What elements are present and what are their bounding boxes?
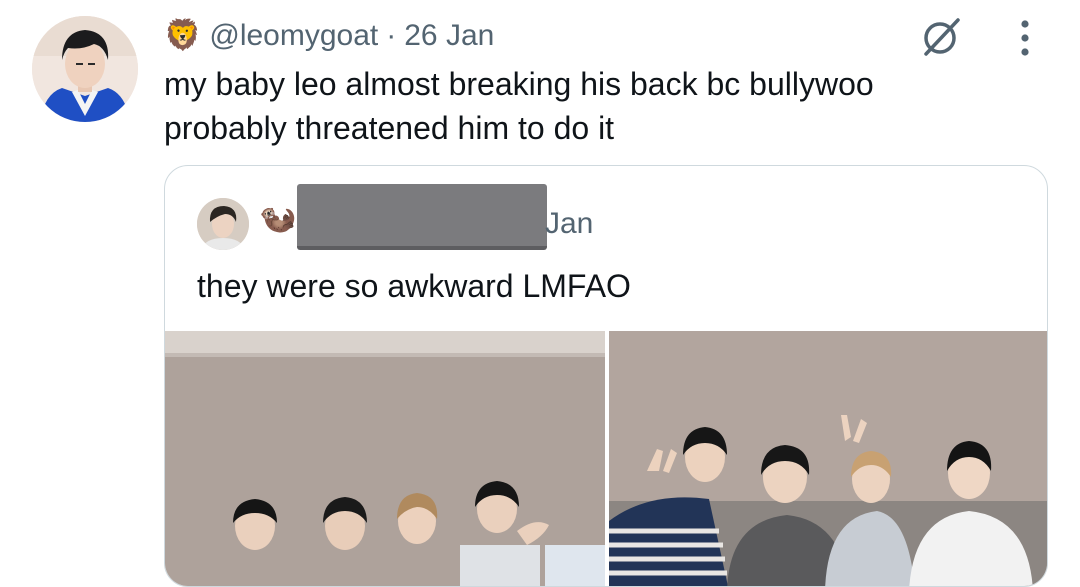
quoted-tweet-text: they were so awkward LMFAO	[197, 268, 631, 304]
otter-emoji-icon: 🦦	[259, 202, 297, 235]
grok-icon[interactable]	[918, 14, 964, 60]
group-photo-image	[609, 331, 1047, 586]
redaction-box	[297, 184, 547, 250]
tweet-header: 🦁 @leomygoat · 26 Jan	[164, 14, 494, 58]
quoted-tweet-date[interactable]: Jan	[545, 204, 593, 244]
header-separator: ·	[386, 19, 397, 52]
group-photo-image	[165, 331, 605, 586]
author-handle[interactable]: @leomygoat	[209, 19, 378, 53]
quoted-photo-1[interactable]	[165, 331, 605, 586]
author-avatar-image	[32, 16, 138, 122]
quoted-author-avatar[interactable]	[197, 198, 249, 250]
quoted-avatar-image	[197, 198, 249, 250]
more-vertical-icon[interactable]	[1010, 18, 1040, 58]
tweet-text: my baby leo almost breaking his back bc …	[164, 66, 874, 146]
quoted-photo-2[interactable]	[609, 331, 1047, 586]
tweet-date[interactable]: 26 Jan	[404, 19, 494, 53]
lion-emoji-icon: 🦁	[164, 19, 202, 52]
quoted-tweet-card[interactable]: 🦦 Jan they were so awkward LMFAO	[164, 165, 1048, 587]
author-avatar[interactable]	[32, 16, 138, 122]
